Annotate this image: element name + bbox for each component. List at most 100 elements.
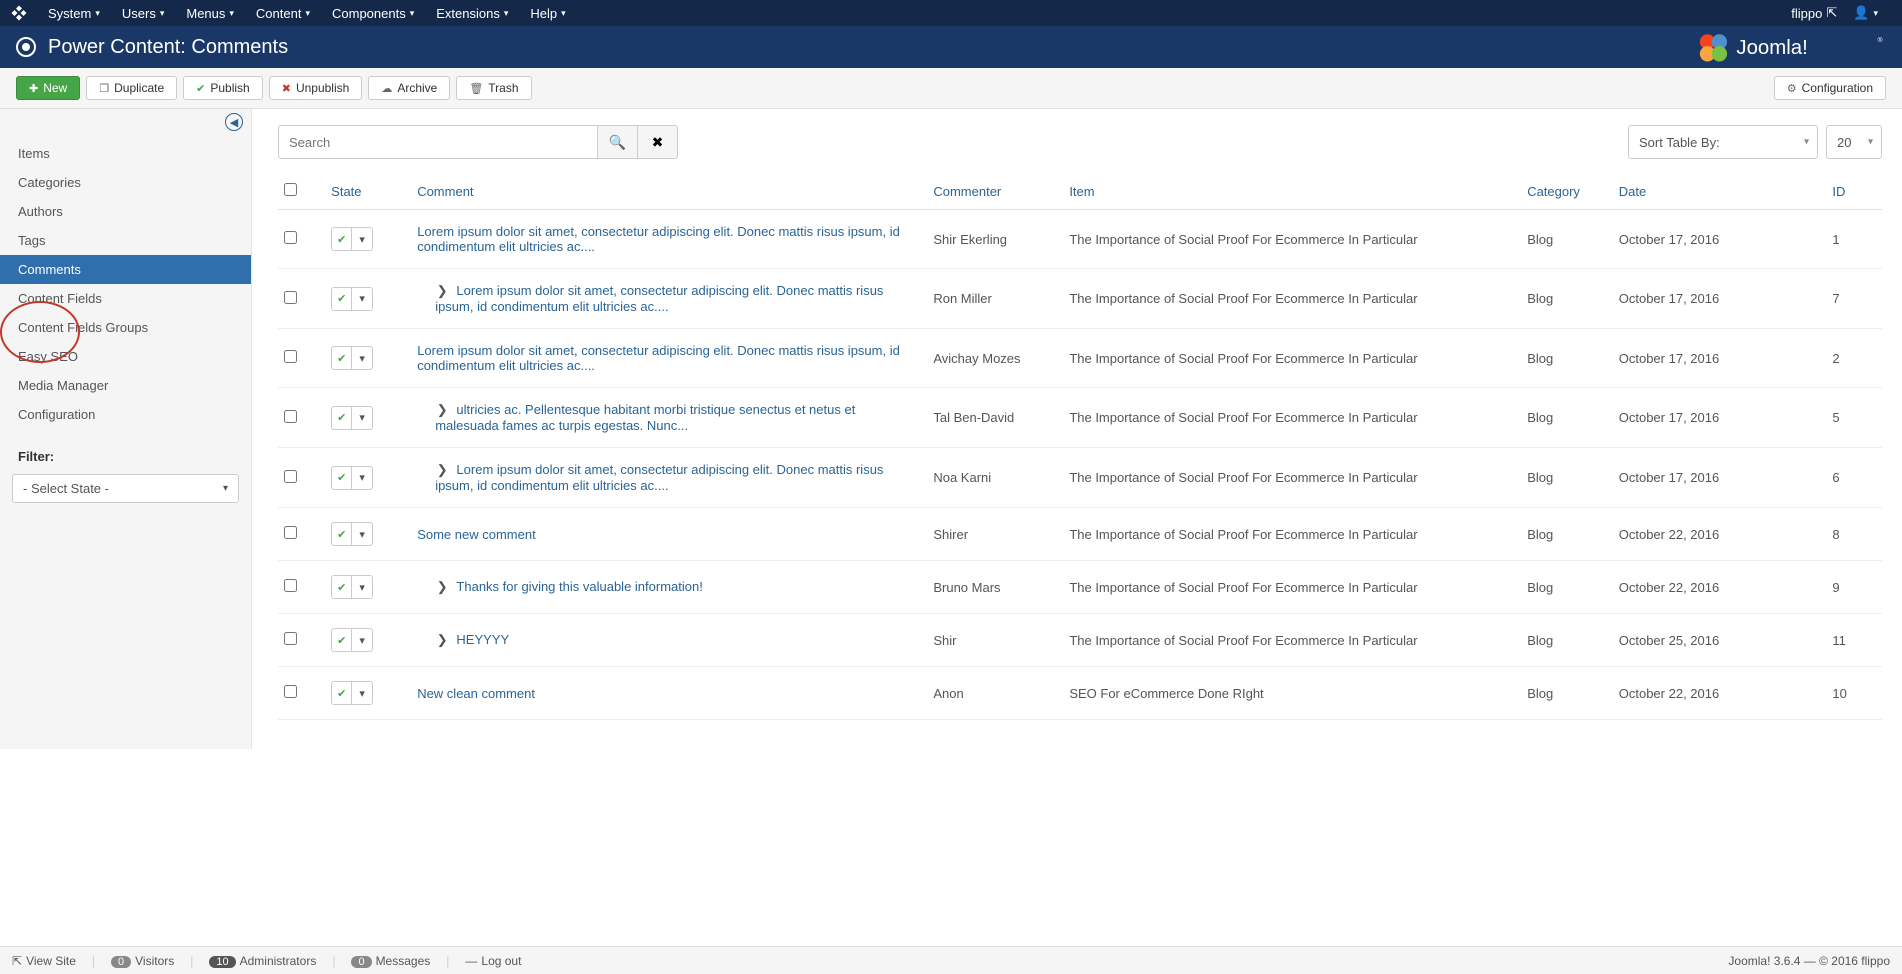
category-cell: Blog [1521, 448, 1613, 508]
chevron-down-icon: ▾ [352, 347, 372, 369]
table-row: ✔▾Some new commentShirerThe Importance o… [278, 508, 1882, 561]
row-checkbox[interactable] [284, 632, 297, 645]
sidebar-item-content-fields[interactable]: Content Fields [0, 284, 251, 313]
comment-link[interactable]: Thanks for giving this valuable informat… [456, 579, 702, 594]
sidebar-item-easy-seo[interactable]: Easy SEO [0, 342, 251, 371]
state-toggle[interactable]: ✔▾ [331, 406, 373, 430]
logout-label: Log out [481, 954, 521, 968]
commenter-cell: Ron Miller [927, 269, 1063, 329]
configuration-button[interactable]: ⚙Configuration [1774, 76, 1886, 100]
state-toggle[interactable]: ✔▾ [331, 346, 373, 370]
new-button[interactable]: ✚New [16, 76, 80, 100]
menu-users[interactable]: Users ▾ [114, 2, 172, 25]
state-toggle[interactable]: ✔▾ [331, 575, 373, 599]
sidebar-item-media-manager[interactable]: Media Manager [0, 371, 251, 400]
state-filter-select[interactable]: - Select State - ▾ [12, 474, 239, 503]
col-date[interactable]: Date [1613, 173, 1827, 210]
publish-button[interactable]: ✔Publish [183, 76, 263, 100]
archive-button[interactable]: ☁Archive [368, 76, 450, 100]
sort-select[interactable]: Sort Table By: [1628, 125, 1818, 159]
col-id[interactable]: ID [1826, 173, 1882, 210]
unpublish-button[interactable]: ✖Unpublish [269, 76, 363, 100]
category-cell: Blog [1521, 210, 1613, 269]
logout-icon: — [465, 954, 477, 968]
row-checkbox[interactable] [284, 350, 297, 363]
comment-link[interactable]: Lorem ipsum dolor sit amet, consectetur … [435, 283, 883, 314]
chevron-down-icon: ▾ [352, 682, 372, 704]
comment-link[interactable]: Lorem ipsum dolor sit amet, consectetur … [417, 343, 900, 373]
state-toggle[interactable]: ✔▾ [331, 628, 373, 652]
row-checkbox[interactable] [284, 685, 297, 698]
row-checkbox[interactable] [284, 470, 297, 483]
col-commenter[interactable]: Commenter [927, 173, 1063, 210]
id-cell: 7 [1826, 269, 1882, 329]
state-toggle[interactable]: ✔▾ [331, 287, 373, 311]
comment-link[interactable]: ultricies ac. Pellentesque habitant morb… [435, 402, 855, 433]
row-checkbox[interactable] [284, 231, 297, 244]
user-menu[interactable]: 👤 ▾ [1845, 1, 1886, 25]
sidebar-item-categories[interactable]: Categories [0, 168, 251, 197]
id-cell: 6 [1826, 448, 1882, 508]
current-user[interactable]: flippo ⇱ [1791, 5, 1837, 21]
trash-button[interactable]: 🗑Trash [456, 76, 531, 100]
state-toggle[interactable]: ✔▾ [331, 466, 373, 490]
external-icon: ⇱ [1826, 5, 1837, 21]
item-cell: The Importance of Social Proof For Ecomm… [1063, 614, 1521, 667]
comment-link[interactable]: Lorem ipsum dolor sit amet, consectetur … [435, 462, 883, 493]
category-cell: Blog [1521, 388, 1613, 448]
category-cell: Blog [1521, 614, 1613, 667]
search-input[interactable] [278, 125, 598, 159]
col-category[interactable]: Category [1521, 173, 1613, 210]
menu-content[interactable]: Content ▾ [248, 2, 318, 25]
sidebar-item-tags[interactable]: Tags [0, 226, 251, 255]
menu-extensions[interactable]: Extensions ▾ [428, 2, 516, 25]
logout-link[interactable]: — Log out [465, 954, 521, 968]
state-toggle[interactable]: ✔▾ [331, 522, 373, 546]
row-checkbox[interactable] [284, 410, 297, 423]
menu-system[interactable]: System ▾ [40, 2, 108, 25]
date-cell: October 25, 2016 [1613, 614, 1827, 667]
chevron-down-icon: ▾ [352, 407, 372, 429]
gear-icon: ⚙ [1787, 82, 1797, 95]
chevron-down-icon: ▾ [223, 483, 228, 494]
collapse-sidebar-button[interactable]: ◀ [225, 113, 243, 131]
search-button[interactable]: 🔍 [598, 125, 638, 159]
sidebar-item-configuration[interactable]: Configuration [0, 400, 251, 429]
arrow-left-icon: ◀ [230, 116, 238, 129]
commenter-cell: Shir Ekerling [927, 210, 1063, 269]
commenter-cell: Anon [927, 667, 1063, 720]
comment-link[interactable]: Some new comment [417, 527, 536, 542]
menu-menus[interactable]: Menus ▾ [178, 2, 242, 25]
col-comment[interactable]: Comment [411, 173, 927, 210]
archive-label: Archive [397, 81, 437, 95]
state-toggle[interactable]: ✔▾ [331, 681, 373, 705]
sidebar-item-comments[interactable]: Comments [0, 255, 251, 284]
external-icon: ⇱ [12, 954, 22, 968]
comment-link[interactable]: HEYYYY [456, 632, 509, 647]
col-item[interactable]: Item [1063, 173, 1521, 210]
search-icon: 🔍 [609, 134, 626, 151]
category-cell: Blog [1521, 329, 1613, 388]
row-checkbox[interactable] [284, 579, 297, 592]
commenter-cell: Bruno Mars [927, 561, 1063, 614]
duplicate-button[interactable]: ❐Duplicate [86, 76, 177, 100]
view-site-label: View Site [26, 954, 76, 968]
limit-select[interactable]: 20 [1826, 125, 1882, 159]
comment-link[interactable]: New clean comment [417, 686, 535, 701]
sidebar-item-items[interactable]: Items [0, 139, 251, 168]
category-cell: Blog [1521, 269, 1613, 329]
chevron-down-icon: ▾ [504, 8, 509, 19]
comment-link[interactable]: Lorem ipsum dolor sit amet, consectetur … [417, 224, 900, 254]
view-site-link[interactable]: ⇱ View Site [12, 954, 76, 968]
sidebar: ◀ ItemsCategoriesAuthorsTagsCommentsCont… [0, 109, 252, 749]
menu-help[interactable]: Help ▾ [522, 2, 573, 25]
sidebar-item-content-fields-groups[interactable]: Content Fields Groups [0, 313, 251, 342]
clear-search-button[interactable]: ✖ [638, 125, 678, 159]
row-checkbox[interactable] [284, 526, 297, 539]
row-checkbox[interactable] [284, 291, 297, 304]
sidebar-item-authors[interactable]: Authors [0, 197, 251, 226]
state-toggle[interactable]: ✔▾ [331, 227, 373, 251]
select-all-checkbox[interactable] [284, 183, 297, 196]
col-state[interactable]: State [325, 173, 411, 210]
menu-components[interactable]: Components ▾ [324, 2, 422, 25]
